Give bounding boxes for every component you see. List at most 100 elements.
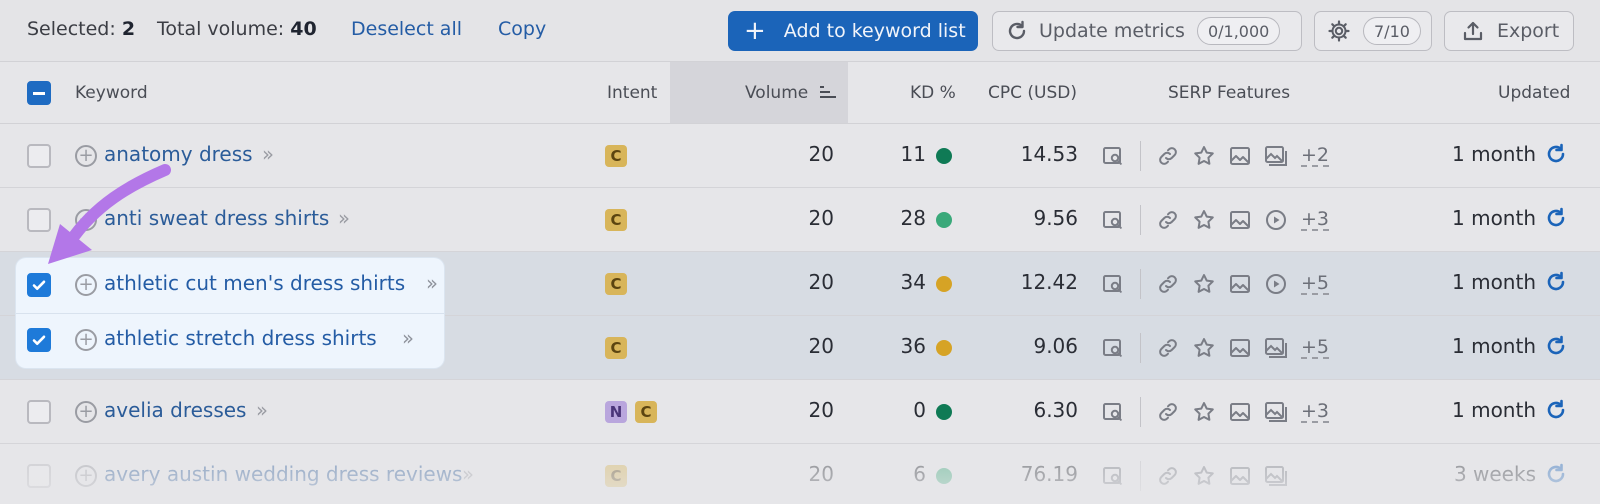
column-header-cpc[interactable]: CPC (USD) (988, 83, 1077, 103)
keyword-details-chevron-icon[interactable]: ›› (256, 398, 268, 422)
annotation-arrow-icon (48, 164, 171, 264)
column-header-volume[interactable]: Volume (745, 83, 838, 103)
selected-rows-highlight: + athletic cut men's dress shirts ›› + a… (16, 258, 444, 368)
row-checkbox[interactable] (27, 400, 51, 424)
image-pack-icon[interactable] (1263, 463, 1289, 489)
column-header-intent[interactable]: Intent (607, 83, 657, 103)
intent-badge[interactable]: C (605, 145, 627, 167)
table-row[interactable]: + anti sweat dress shirts ›› C 20 28 9.56 +3 1 m… (0, 188, 1600, 252)
row-checkbox[interactable] (27, 464, 51, 488)
cpc-value: 9.56 (1033, 206, 1078, 230)
refresh-icon[interactable] (1544, 334, 1568, 358)
table-row[interactable]: + avelia dresses ›› N C 20 0 6.30 +3 1 month (0, 380, 1600, 444)
star-icon[interactable] (1191, 207, 1217, 233)
image-pack-icon[interactable] (1263, 399, 1289, 425)
serp-snippet-icon[interactable] (1100, 399, 1126, 425)
intent-badge[interactable]: C (605, 209, 627, 231)
image-icon[interactable] (1227, 335, 1253, 361)
add-keyword-icon[interactable]: + (75, 329, 97, 351)
refresh-icon[interactable] (1544, 206, 1568, 230)
image-icon[interactable] (1227, 143, 1253, 169)
add-keyword-icon[interactable]: + (75, 401, 97, 423)
link-icon[interactable] (1155, 335, 1181, 361)
image-pack-icon[interactable] (1263, 335, 1289, 361)
row-checkbox-checked[interactable] (27, 273, 51, 297)
total-volume-value: 40 (290, 18, 317, 40)
keyword-details-chevron-icon[interactable]: ›› (462, 462, 474, 486)
video-icon[interactable] (1263, 271, 1289, 297)
image-icon[interactable] (1227, 271, 1253, 297)
add-to-keyword-list-button[interactable]: + Add to keyword list (728, 11, 978, 51)
link-icon[interactable] (1155, 143, 1181, 169)
star-icon[interactable] (1191, 335, 1217, 361)
serp-snippet-icon[interactable] (1100, 463, 1126, 489)
refresh-icon[interactable] (1544, 142, 1568, 166)
star-icon[interactable] (1191, 143, 1217, 169)
serp-more-link[interactable]: +5 (1301, 273, 1330, 295)
keyword-details-chevron-icon[interactable]: ›› (402, 326, 414, 350)
keyword-details-chevron-icon[interactable]: ›› (426, 271, 438, 295)
deselect-all-button[interactable]: Deselect all (351, 18, 462, 40)
keyword-details-chevron-icon[interactable]: ›› (262, 142, 274, 166)
column-header-kd[interactable]: KD % (910, 83, 956, 103)
link-icon[interactable] (1155, 271, 1181, 297)
serp-snippet-icon[interactable] (1100, 335, 1126, 361)
image-pack-icon[interactable] (1263, 143, 1289, 169)
intent-badge[interactable]: N (605, 401, 627, 423)
keyword-link[interactable]: athletic stretch dress shirts (104, 326, 377, 350)
image-icon[interactable] (1227, 463, 1253, 489)
serp-snippet-icon[interactable] (1100, 207, 1126, 233)
table-row[interactable]: + avery austin wedding dress reviews ›› C 20… (0, 444, 1600, 504)
serp-snippet-icon[interactable] (1100, 143, 1126, 169)
volume-value: 20 (808, 206, 834, 230)
refresh-icon[interactable] (1544, 270, 1568, 294)
copy-button[interactable]: Copy (498, 18, 546, 40)
refresh-icon[interactable] (1544, 398, 1568, 422)
add-keyword-icon[interactable]: + (75, 465, 97, 487)
image-icon[interactable] (1227, 399, 1253, 425)
serp-snippet-icon[interactable] (1100, 271, 1126, 297)
intent-badge[interactable]: C (605, 273, 627, 295)
export-button[interactable]: Export (1444, 11, 1574, 51)
keyword-link[interactable]: athletic cut men's dress shirts (104, 271, 405, 295)
star-icon[interactable] (1191, 463, 1217, 489)
link-icon[interactable] (1155, 207, 1181, 233)
kd-value: 34 (900, 270, 926, 294)
keyword-details-chevron-icon[interactable]: ›› (338, 206, 350, 230)
updated-cell: 1 month (1452, 398, 1568, 422)
column-header-keyword[interactable]: Keyword (75, 83, 148, 103)
kd-difficulty-dot (936, 468, 952, 484)
image-icon[interactable] (1227, 207, 1253, 233)
kd-difficulty-dot (936, 340, 952, 356)
table-row[interactable]: + anatomy dress ›› C 20 11 14.53 +2 1 month (0, 124, 1600, 188)
plus-icon: + (744, 16, 766, 46)
video-icon[interactable] (1263, 207, 1289, 233)
select-all-checkbox[interactable] (27, 81, 51, 105)
star-icon[interactable] (1191, 271, 1217, 297)
column-header-updated[interactable]: Updated (1498, 83, 1570, 103)
serp-more-link[interactable]: +5 (1301, 337, 1330, 359)
add-keyword-icon[interactable]: + (75, 274, 97, 296)
star-icon[interactable] (1191, 399, 1217, 425)
updated-cell: 1 month (1452, 142, 1568, 166)
serp-features: +3 (1100, 397, 1330, 427)
keyword-link[interactable]: avery austin wedding dress reviews (104, 462, 462, 486)
keyword-link[interactable]: avelia dresses (104, 398, 246, 422)
serp-more-link[interactable]: +3 (1301, 209, 1330, 231)
volume-value: 20 (808, 334, 834, 358)
link-icon[interactable] (1155, 399, 1181, 425)
table-header: Keyword Intent Volume KD % CPC (USD) SER… (0, 62, 1600, 124)
intent-badge[interactable]: C (605, 337, 627, 359)
serp-more-link[interactable]: +3 (1301, 401, 1330, 423)
bulk-actions-toolbar: Selected: 2 Total volume: 40 Deselect al… (0, 0, 1600, 62)
settings-button[interactable]: 7/10 (1314, 11, 1432, 51)
serp-more-link[interactable]: +2 (1301, 145, 1330, 167)
row-checkbox-checked[interactable] (27, 328, 51, 352)
intent-badge[interactable]: C (605, 465, 627, 487)
column-header-serp-features[interactable]: SERP Features (1168, 83, 1290, 103)
refresh-icon[interactable] (1544, 462, 1568, 486)
link-icon[interactable] (1155, 463, 1181, 489)
update-metrics-button[interactable]: Update metrics 0/1,000 (992, 11, 1302, 51)
table-row-selected[interactable]: + athletic stretch dress shirts ›› (16, 313, 444, 368)
intent-badge[interactable]: C (635, 401, 657, 423)
